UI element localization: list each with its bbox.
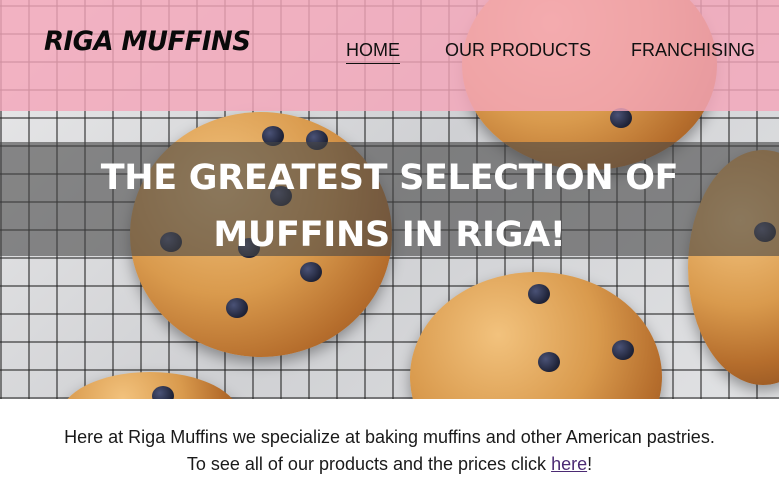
muffin — [410, 272, 662, 399]
hero-heading-band: THE GREATEST SELECTION OF MUFFINS IN RIG… — [0, 142, 779, 256]
site-header: RIGA MUFFINS HOME OUR PRODUCTS FRANCHISI… — [0, 0, 779, 111]
products-here-link[interactable]: here — [551, 454, 587, 474]
intro-line-2-prefix: To see all of our products and the price… — [186, 454, 552, 474]
muffin — [60, 372, 240, 399]
nav-home-link[interactable]: HOME — [346, 40, 400, 64]
main-nav: HOME OUR PRODUCTS FRANCHISING — [0, 40, 779, 66]
nav-franchising-link[interactable]: FRANCHISING — [631, 40, 755, 63]
intro-line-2-suffix: ! — [587, 454, 593, 474]
intro-section: Here at Riga Muffins we specialize at ba… — [0, 424, 779, 478]
nav-our-products-link[interactable]: OUR PRODUCTS — [445, 40, 591, 63]
intro-line-1: Here at Riga Muffins we specialize at ba… — [64, 427, 715, 447]
hero-heading: THE GREATEST SELECTION OF MUFFINS IN RIG… — [100, 158, 679, 255]
intro-line-2: To see all of our products and the price… — [0, 451, 779, 478]
